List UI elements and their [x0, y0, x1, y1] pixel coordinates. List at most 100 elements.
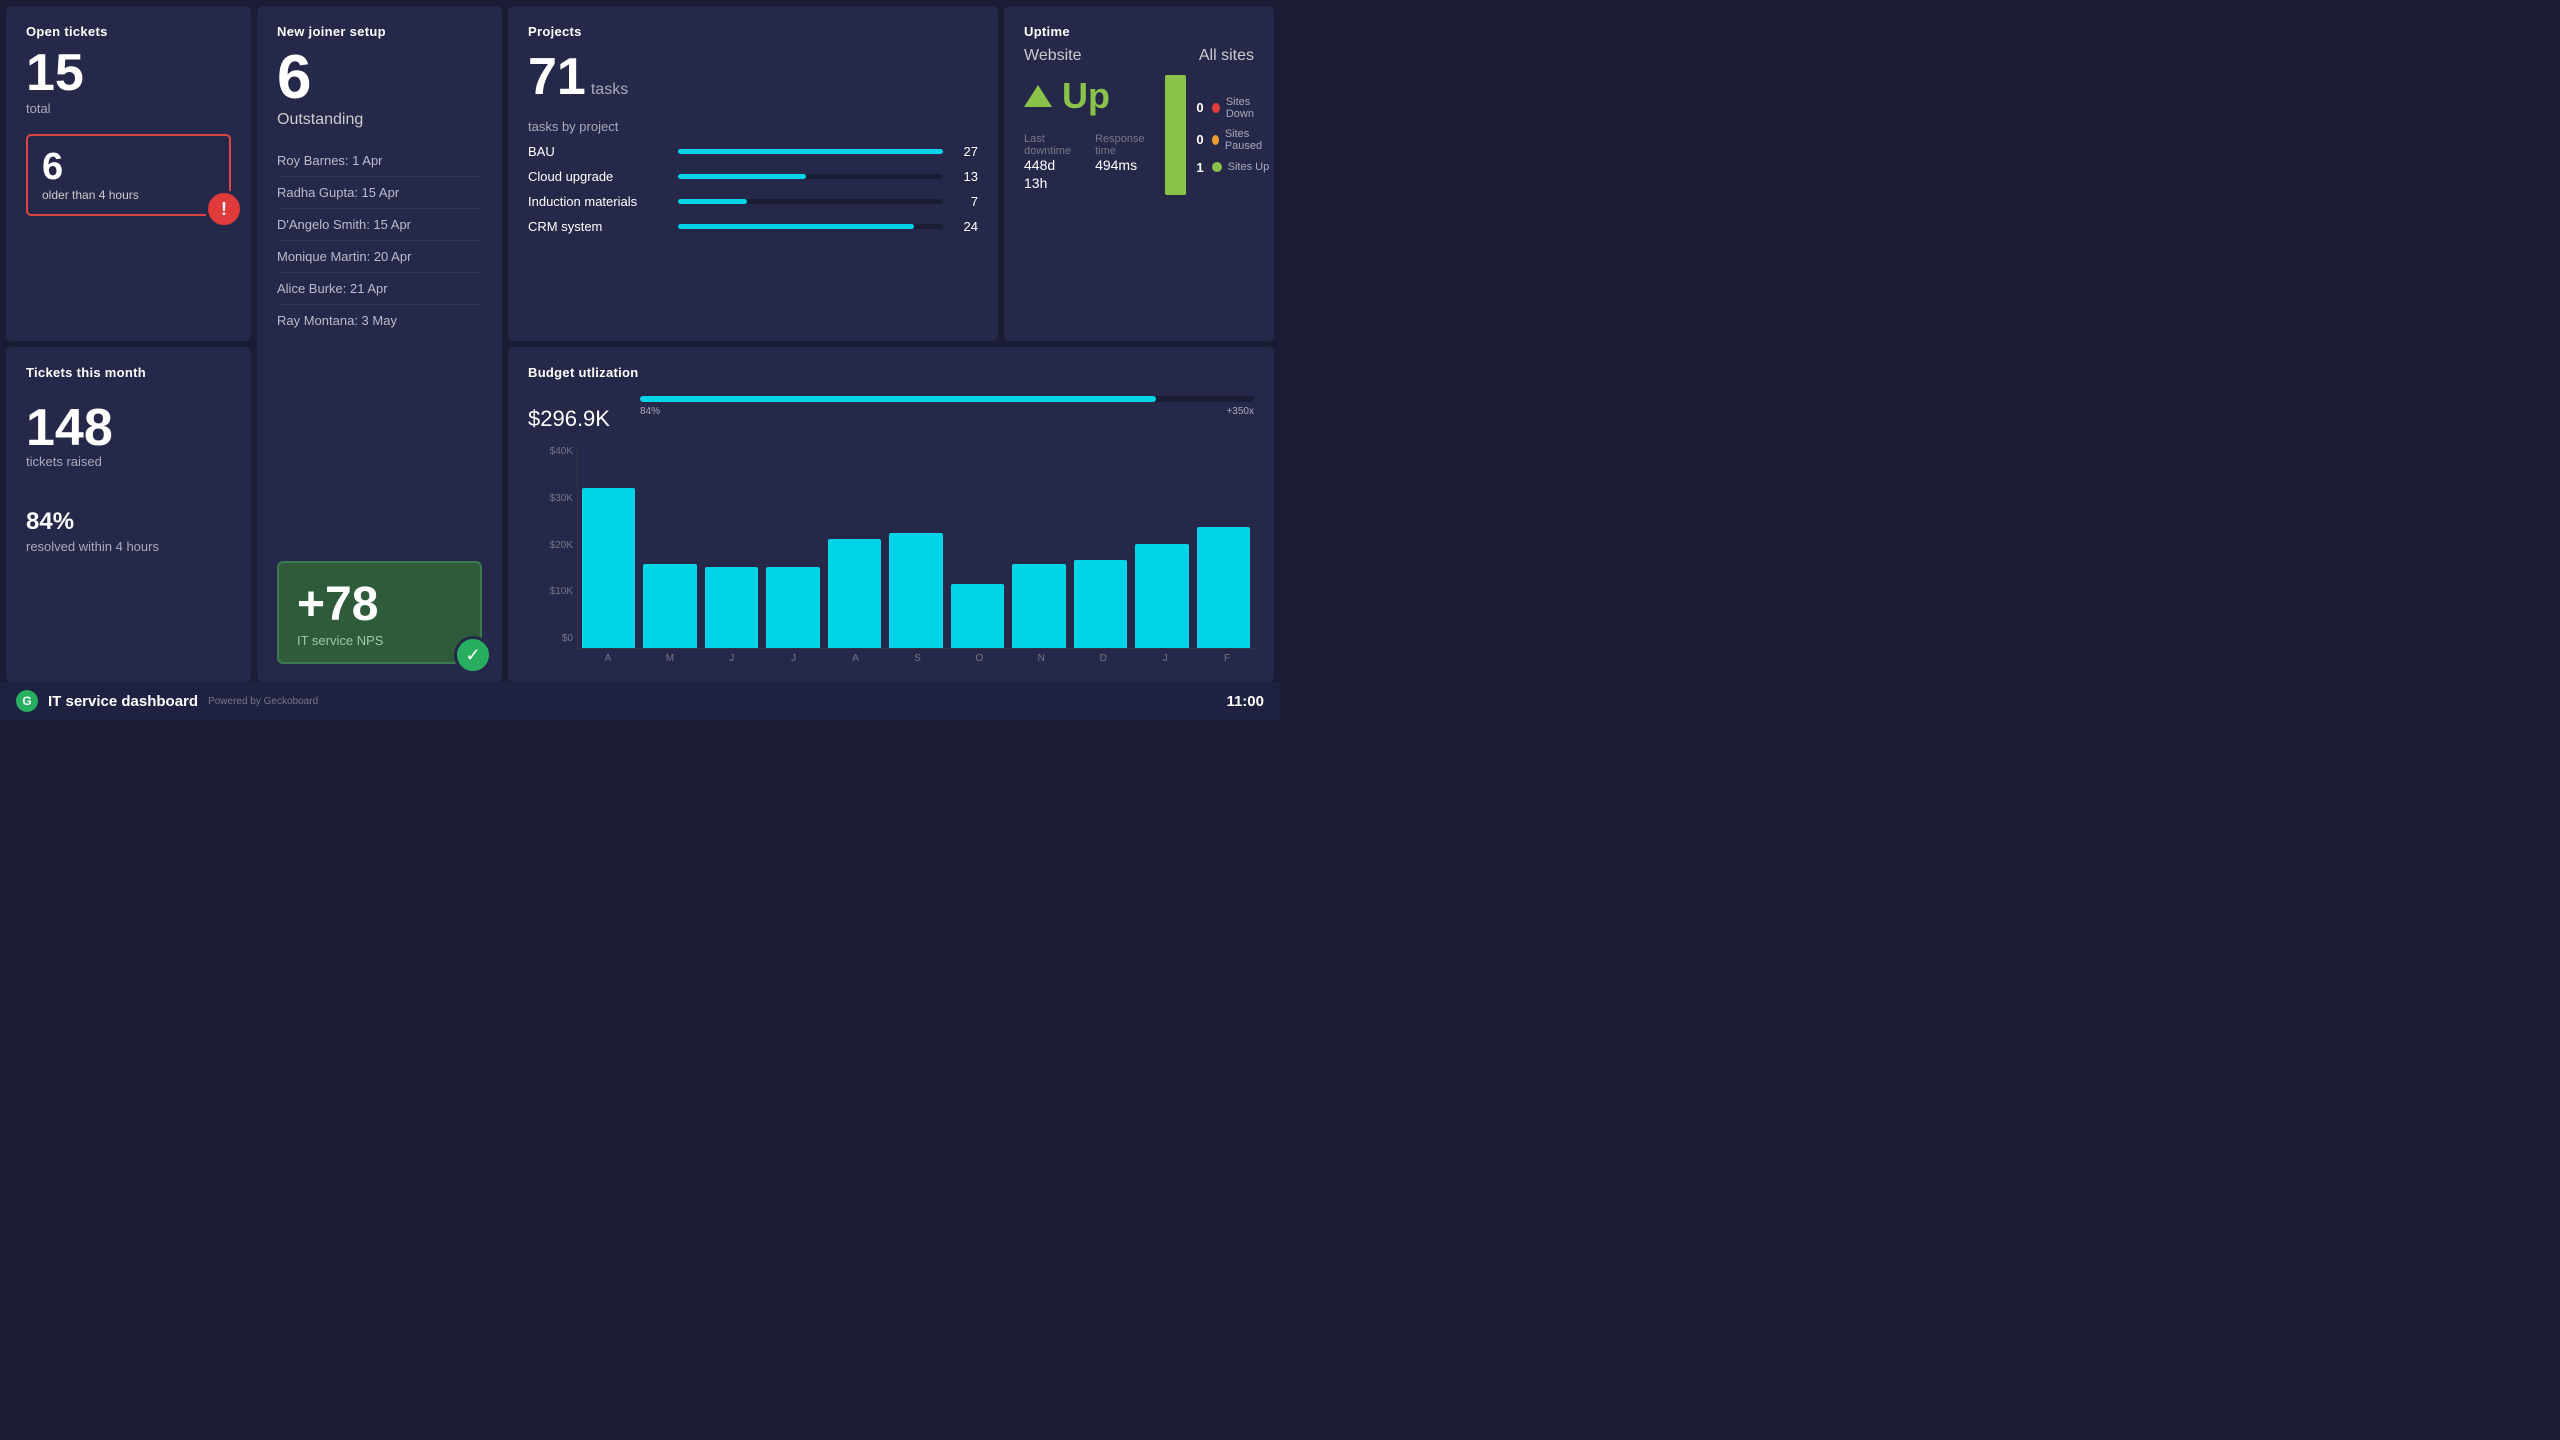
budget-amount: $296.9K — [528, 388, 610, 436]
project-name: Cloud upgrade — [528, 169, 668, 184]
chart-ylabel: $30K — [550, 493, 573, 504]
chart-yaxis: $40K $30K $20K $10K $0 — [528, 446, 573, 664]
tickets-count-section: 148 tickets raised — [26, 402, 231, 477]
project-row: Induction materials 7 — [528, 194, 978, 209]
open-tickets-card: Open tickets 15 total 6 older than 4 hou… — [6, 6, 251, 341]
legend-sites-up: 1 Sites Up — [1196, 160, 1271, 175]
project-bar — [678, 224, 914, 229]
sites-up-count: 1 — [1196, 160, 1203, 175]
uptime-card: Uptime Website All sites Up Last downtim… — [1004, 6, 1274, 341]
uptime-last-downtime-label: Last downtime — [1024, 133, 1071, 157]
chart-xlabel-item: A — [829, 649, 883, 664]
budget-chart: $40K$30K$20K$10K$0 AMJJASONDJF — [528, 446, 1254, 664]
chart-bar-col — [766, 567, 819, 648]
sites-down-dot — [1212, 103, 1220, 113]
sites-up-dot — [1212, 162, 1222, 172]
footer-left: G IT service dashboard Powered by Geckob… — [16, 690, 318, 712]
footer-powered: Powered by Geckoboard — [208, 696, 318, 707]
open-tickets-alert-count: 6 — [42, 148, 215, 186]
tickets-percent-section: 84% resolved within 4 hours — [26, 491, 231, 562]
footer-time: 11:00 — [1226, 693, 1264, 710]
chart-bar — [582, 488, 635, 648]
tickets-month-card: Tickets this month 148 tickets raised 84… — [6, 347, 251, 682]
sites-up-label: Sites Up — [1228, 161, 1270, 173]
list-item: Ray Montana: 3 May — [277, 305, 482, 336]
tickets-percent-symbol: % — [53, 508, 74, 535]
project-row: Cloud upgrade 13 — [528, 169, 978, 184]
sites-down-label: Sites Down — [1226, 96, 1271, 120]
new-joiner-title: New joiner setup — [277, 24, 482, 39]
uptime-response-time: Response time 494ms — [1095, 133, 1145, 193]
new-joiner-card: New joiner setup 6 Outstanding Roy Barne… — [257, 6, 502, 682]
open-tickets-title: Open tickets — [26, 24, 231, 39]
project-bar-wrap — [678, 199, 943, 204]
uptime-site: Website — [1024, 47, 1082, 65]
chart-ylabel: $40K — [550, 446, 573, 457]
project-bar — [678, 174, 806, 179]
project-name: CRM system — [528, 219, 668, 234]
chart-bar-col — [705, 567, 758, 648]
project-bar — [678, 199, 747, 204]
tickets-count-label: tickets raised — [26, 454, 231, 469]
tickets-percent: 84% — [26, 491, 231, 539]
alert-icon: ! — [205, 190, 243, 228]
budget-progress-wrap — [640, 396, 1254, 402]
chart-bar-col — [1197, 527, 1250, 648]
project-bar-wrap — [678, 149, 943, 154]
chart-xlabel-item: J — [705, 649, 759, 664]
project-bar-wrap — [678, 224, 943, 229]
chart-ylabel: $0 — [562, 633, 573, 644]
project-row: BAU 27 — [528, 144, 978, 159]
chart-bar — [889, 533, 942, 648]
sites-paused-label: Sites Paused — [1225, 128, 1271, 152]
list-item: D'Angelo Smith: 15 Apr — [277, 209, 482, 241]
open-tickets-alert-label: older than 4 hours — [42, 188, 215, 202]
chart-xlabel-item: M — [643, 649, 697, 664]
chart-xlabel-item: N — [1014, 649, 1068, 664]
open-tickets-alert-box: 6 older than 4 hours ! — [26, 134, 231, 216]
up-arrow-icon — [1024, 85, 1052, 107]
chart-bar — [766, 567, 819, 648]
chart-bar-col — [1074, 560, 1127, 648]
projects-list: BAU 27 Cloud upgrade 13 Induction materi… — [528, 144, 978, 244]
legend-sites-down: 0 Sites Down — [1196, 96, 1271, 120]
projects-by-label: tasks by project — [528, 119, 978, 134]
projects-card: Projects 71 tasks tasks by project BAU 2… — [508, 6, 998, 341]
chart-bar — [828, 539, 881, 648]
uptime-last-downtime: Last downtime 448d 13h — [1024, 133, 1071, 193]
chart-bar — [1197, 527, 1250, 648]
chart-xlabels: AMJJASONDJF — [577, 649, 1254, 664]
chart-bar-col — [828, 539, 881, 648]
chart-bars — [577, 446, 1254, 649]
chart-xlabel-item: D — [1076, 649, 1130, 664]
chart-bar-col — [643, 564, 696, 648]
uptime-last-downtime-value: 448d 13h — [1024, 157, 1055, 191]
tickets-percent-label: resolved within 4 hours — [26, 539, 231, 554]
chart-xlabel-item: F — [1200, 649, 1254, 664]
project-row: CRM system 24 — [528, 219, 978, 234]
tickets-month-title: Tickets this month — [26, 365, 231, 380]
list-item: Roy Barnes: 1 Apr — [277, 145, 482, 177]
uptime-all-sites: All sites — [1199, 47, 1254, 65]
new-joiner-outstanding-label: Outstanding — [277, 111, 482, 129]
chart-ylabel: $10K — [550, 586, 573, 597]
chart-bar — [951, 584, 1004, 648]
project-count: 7 — [953, 194, 978, 209]
budget-bar-section: 84% +350x — [640, 388, 1254, 417]
project-bar-wrap — [678, 174, 943, 179]
project-count: 13 — [953, 169, 978, 184]
chart-ylabel: $20K — [550, 540, 573, 551]
chart-bar — [1012, 564, 1065, 648]
budget-label-pct: 84% — [640, 406, 660, 417]
uptime-status-section: Up Last downtime 448d 13h Response time … — [1024, 75, 1145, 193]
list-item: Monique Martin: 20 Apr — [277, 241, 482, 273]
check-icon: ✓ — [454, 636, 492, 674]
chart-bar-col — [889, 533, 942, 648]
budget-card: Budget utlization $296.9K 84% +350x $40K… — [508, 347, 1274, 682]
geckoboard-logo: G — [16, 690, 38, 712]
project-count: 27 — [953, 144, 978, 159]
uptime-title: Uptime — [1024, 24, 1254, 39]
project-bar — [678, 149, 943, 154]
budget-progress-bar — [640, 396, 1156, 402]
projects-total: 71 — [528, 47, 586, 107]
